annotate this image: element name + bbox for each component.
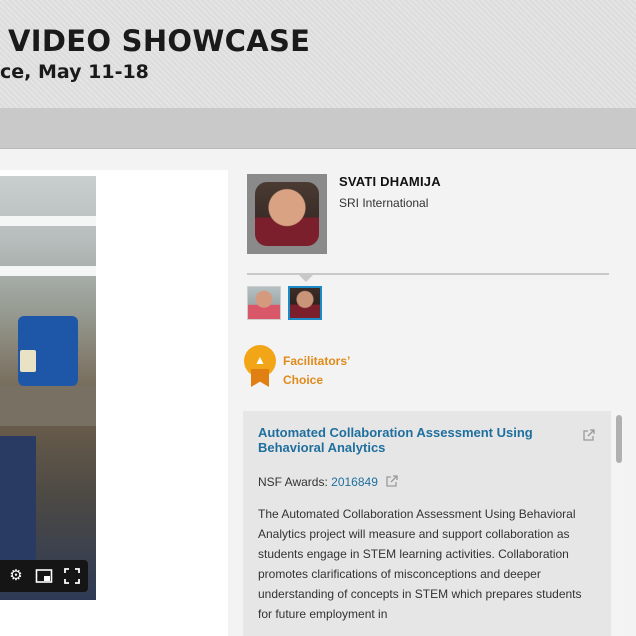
fullscreen-icon[interactable] [63, 567, 81, 585]
scrollbar-thumb[interactable] [616, 415, 622, 463]
facilitators-choice-label: Facilitators’ Choice [283, 354, 351, 387]
page-title: VIDEO SHOWCASE [8, 24, 311, 58]
award-number-link[interactable]: 2016849 [331, 475, 378, 489]
picture-in-picture-icon[interactable] [35, 567, 53, 585]
facilitators-choice-badge-icon: ▲ [244, 345, 276, 389]
presenter-thumbnail-selected[interactable] [288, 286, 322, 320]
ceiling-light [0, 216, 96, 226]
awards-label: NSF Awards: [258, 475, 328, 489]
nsf-awards: NSF Awards: 2016849 [258, 472, 398, 489]
presenter-name: SVATI DHAMIJA [339, 174, 441, 189]
settings-icon[interactable]: ⚙ [7, 567, 25, 585]
presenter-organization: SRI International [339, 196, 429, 210]
cup [20, 350, 36, 372]
external-link-icon[interactable] [582, 428, 595, 441]
nav-bar [0, 108, 636, 149]
external-link-icon[interactable] [385, 474, 398, 487]
ceiling-light [0, 266, 96, 276]
presenter-avatar [255, 182, 319, 246]
project-description: The Automated Collaboration Assessment U… [258, 507, 582, 621]
presenter-thumbnail[interactable] [247, 286, 281, 320]
page-subtitle: ce, May 11-18 [0, 61, 149, 83]
video-player[interactable] [0, 176, 96, 600]
desk [0, 386, 96, 426]
page-header: VIDEO SHOWCASE ce, May 11-18 [0, 0, 636, 108]
presenter-photo [247, 174, 327, 254]
project-title-link[interactable]: Automated Collaboration Assessment Using… [258, 425, 568, 455]
selection-pointer [298, 274, 314, 282]
